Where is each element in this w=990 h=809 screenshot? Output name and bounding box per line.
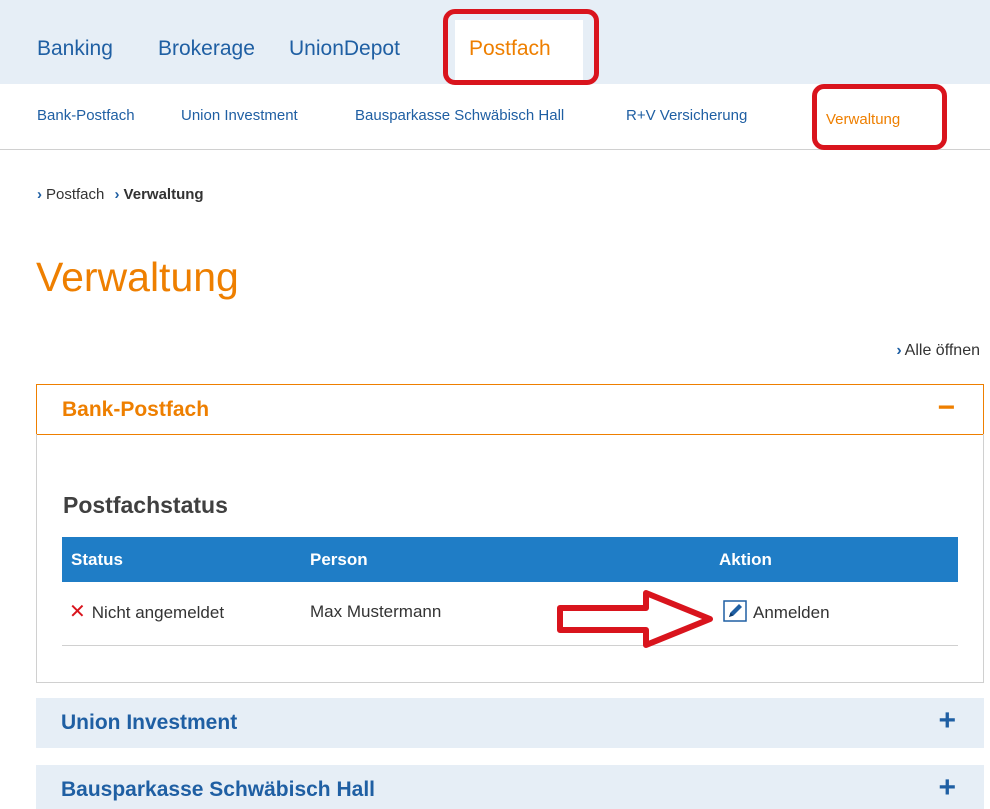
chevron-right-icon: › (37, 186, 42, 204)
breadcrumb: › Postfach › Verwaltung (37, 185, 204, 205)
expand-icon[interactable]: + (938, 771, 956, 805)
subnav-bausparkasse[interactable]: Bausparkasse Schwäbisch Hall (355, 106, 564, 126)
anmelden-link[interactable]: Anmelden (723, 600, 830, 625)
chevron-right-icon: › (114, 186, 120, 204)
collapse-icon[interactable]: − (937, 391, 955, 425)
arrow-icon (557, 590, 713, 648)
accordion-union-investment[interactable]: Union Investment + (36, 698, 984, 748)
subnav-union-investment[interactable]: Union Investment (181, 106, 298, 126)
breadcrumb-verwaltung: Verwaltung (123, 186, 204, 204)
accordion-bank-postfach[interactable]: Bank-Postfach − (36, 384, 984, 435)
column-header-person: Person (310, 550, 368, 569)
top-navigation: Banking Brokerage UnionDepot Postfach (0, 0, 990, 84)
nav-banking[interactable]: Banking (37, 36, 113, 62)
open-all-label: Alle öffnen (904, 342, 980, 359)
accordion-title: Bank-Postfach (62, 398, 210, 421)
breadcrumb-postfach[interactable]: Postfach (46, 186, 104, 203)
accordion-title: Union Investment (61, 711, 238, 734)
nav-postfach[interactable]: Postfach (469, 36, 551, 62)
chevron-right-icon: › (896, 342, 902, 359)
anmelden-label: Anmelden (753, 603, 830, 622)
subnav-ruv-versicherung[interactable]: R+V Versicherung (626, 106, 747, 126)
sub-navigation: Bank-Postfach Union Investment Bausparka… (0, 84, 990, 150)
status-cell: ✕ Nicht angemeldet (69, 600, 224, 625)
accordion-title: Bausparkasse Schwäbisch Hall (61, 778, 375, 801)
person-cell: Max Mustermann (310, 602, 442, 621)
section-title: Postfachstatus (63, 492, 228, 518)
column-header-status: Status (71, 550, 123, 569)
subnav-bank-postfach[interactable]: Bank-Postfach (37, 106, 135, 126)
accordion-bausparkasse[interactable]: Bausparkasse Schwäbisch Hall + (36, 765, 984, 809)
nav-brokerage[interactable]: Brokerage (158, 36, 255, 62)
status-text: Nicht angemeldet (91, 603, 225, 622)
expand-icon[interactable]: + (938, 704, 956, 738)
open-all-link[interactable]: › Alle öffnen (896, 341, 980, 361)
edit-icon (723, 600, 747, 622)
nav-uniondepot[interactable]: UnionDepot (289, 36, 400, 62)
cross-icon: ✕ (69, 601, 86, 623)
column-header-aktion: Aktion (719, 550, 772, 569)
subnav-verwaltung[interactable]: Verwaltung (826, 110, 900, 130)
table-row: ✕ Nicht angemeldet Max Mustermann Anmelde… (62, 584, 958, 646)
accordion-body-bank-postfach: Postfachstatus Status Person Aktion ✕ Nic… (36, 434, 984, 683)
table-header: Status Person Aktion (62, 537, 958, 582)
page-title: Verwaltung (36, 254, 239, 300)
